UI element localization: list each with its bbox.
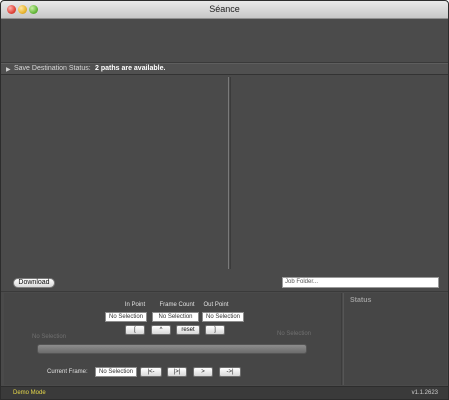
toolbar-area <box>1 19 448 63</box>
demo-mode-label: Demo Mode <box>13 390 46 396</box>
right-pane[interactable] <box>230 77 446 269</box>
footer-bar: Demo Mode v1.1.2623 <box>1 386 448 399</box>
reset-button[interactable]: reset <box>176 325 200 335</box>
in-point-field[interactable]: No Selection <box>105 312 147 322</box>
go-to-start-button[interactable]: |<- <box>140 367 162 377</box>
left-pane[interactable] <box>4 77 229 269</box>
out-point-label: Out Point <box>203 302 229 308</box>
status-panel <box>343 293 447 385</box>
job-folder-field[interactable]: Job Folder... <box>282 277 439 288</box>
slider-start-label: No Selection <box>32 334 67 340</box>
version-label: v1.1.2623 <box>411 390 438 396</box>
download-button[interactable]: Download <box>13 278 55 288</box>
save-destination-status-bar[interactable]: ▶ Save Destination Status: 2 paths are a… <box>1 63 448 75</box>
status-panel-title: Status <box>350 297 372 304</box>
save-destination-status-value: 2 paths are available. <box>95 65 166 72</box>
section-divider <box>1 291 448 292</box>
set-out-point-button[interactable]: ] <box>205 325 225 335</box>
set-in-point-button[interactable]: [ <box>125 325 145 335</box>
main-window: Séance ▶ Save Destination Status: 2 path… <box>0 0 449 400</box>
frame-count-field[interactable]: No Selection <box>152 312 199 322</box>
current-frame-field[interactable]: No Selection <box>95 367 137 377</box>
slider-end-label: No Selection <box>277 331 312 337</box>
title-bar[interactable]: Séance <box>1 1 448 19</box>
current-frame-label: Current Frame: <box>47 369 88 375</box>
in-point-label: In Point <box>124 302 146 308</box>
out-point-field[interactable]: No Selection <box>202 312 244 322</box>
save-destination-status-label: Save Destination Status: <box>14 65 91 72</box>
step-frame-button[interactable]: |>| <box>167 367 187 377</box>
disclosure-triangle-icon[interactable]: ▶ <box>6 66 11 73</box>
window-title: Séance <box>209 4 240 14</box>
frame-count-label: Frame Count <box>159 302 195 308</box>
up-button[interactable]: ^ <box>151 325 171 335</box>
go-to-end-button[interactable]: ->| <box>219 367 241 377</box>
play-button[interactable]: > <box>193 367 213 377</box>
frame-slider[interactable] <box>37 344 307 354</box>
